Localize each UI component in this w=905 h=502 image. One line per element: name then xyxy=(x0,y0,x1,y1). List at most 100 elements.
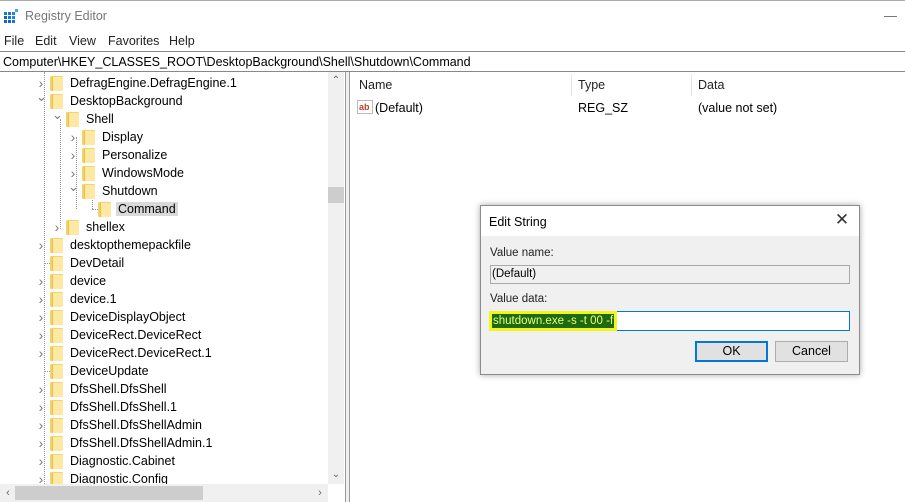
tree-item[interactable]: › DeviceRect.DeviceRect.1 xyxy=(36,344,300,362)
tree-item-label[interactable]: DevDetail xyxy=(68,256,126,270)
tree-item-label[interactable]: WindowsMode xyxy=(100,166,186,180)
tree-item-label[interactable]: Diagnostic.Cabinet xyxy=(68,454,177,468)
tree-item[interactable]: › Personalize xyxy=(68,146,300,164)
tree-item[interactable]: › DfsShell.DfsShellAdmin xyxy=(36,416,300,434)
column-header-data[interactable]: Data xyxy=(698,78,724,92)
chevron-right-icon[interactable]: › xyxy=(36,310,46,324)
value-type: REG_SZ xyxy=(578,101,629,115)
folder-icon xyxy=(50,292,63,307)
menu-file[interactable]: File xyxy=(4,34,24,48)
folder-icon xyxy=(50,454,63,469)
scroll-down-arrow-icon[interactable]: ⌄ xyxy=(328,468,344,482)
tree-item[interactable]: › DefragEngine.DefragEngine.1 xyxy=(36,74,300,92)
tree-item-label[interactable]: DfsShell.DfsShell.1 xyxy=(68,400,179,414)
tree-item-label[interactable]: Personalize xyxy=(100,148,169,162)
scroll-up-arrow-icon[interactable]: ⌃ xyxy=(328,74,344,88)
tree-item-label[interactable]: DeviceDisplayObject xyxy=(68,310,187,324)
tree-item[interactable]: Command xyxy=(84,200,300,218)
value-data-text[interactable]: shutdown.exe -s -t 00 -f xyxy=(492,314,615,328)
close-icon[interactable]: ✕ xyxy=(833,211,851,229)
tree-item-label[interactable]: DefragEngine.DefragEngine.1 xyxy=(68,76,239,90)
column-separator[interactable] xyxy=(691,74,692,96)
tree-item-label[interactable]: DesktopBackground xyxy=(68,94,185,108)
chevron-right-icon[interactable]: › xyxy=(36,418,46,432)
tree-item-label[interactable]: DeviceRect.DeviceRect xyxy=(68,328,203,342)
chevron-down-icon[interactable]: ⌄ xyxy=(36,90,47,104)
tree-item[interactable]: › DeviceRect.DeviceRect xyxy=(36,326,300,344)
minimize-button[interactable] xyxy=(884,16,897,17)
ok-button[interactable]: OK xyxy=(695,341,768,362)
tree-item[interactable]: › DfsShell.DfsShellAdmin.1 xyxy=(36,434,300,452)
chevron-right-icon[interactable]: › xyxy=(36,274,46,288)
menu-view[interactable]: View xyxy=(69,34,96,48)
address-bar[interactable]: Computer\HKEY_CLASSES_ROOT\DesktopBackgr… xyxy=(0,51,905,72)
folder-icon xyxy=(66,112,79,127)
tree-vertical-scrollbar[interactable]: ⌃ ⌄ xyxy=(328,72,344,484)
value-name-label: Value name: xyxy=(490,247,554,259)
tree-item-label[interactable]: DfsShell.DfsShellAdmin.1 xyxy=(68,436,214,450)
column-separator[interactable] xyxy=(571,74,572,96)
chevron-right-icon[interactable]: › xyxy=(36,292,46,306)
scroll-thumb[interactable] xyxy=(15,486,203,500)
tree-item[interactable]: DeviceUpdate xyxy=(36,362,300,380)
column-header-type[interactable]: Type xyxy=(578,78,605,92)
chevron-right-icon[interactable]: › xyxy=(36,454,46,468)
tree-item-label[interactable]: Display xyxy=(100,130,145,144)
chevron-right-icon[interactable]: › xyxy=(52,220,62,234)
scroll-left-arrow-icon[interactable]: ‹ xyxy=(2,486,14,500)
folder-icon xyxy=(98,202,111,217)
tree-item[interactable]: ⌄ Shutdown xyxy=(68,180,300,200)
tree-item-label[interactable]: device.1 xyxy=(68,292,119,306)
value-row[interactable]: ab (Default) REG_SZ (value not set) xyxy=(350,98,905,116)
tree-item-label[interactable]: Command xyxy=(116,202,178,216)
chevron-right-icon[interactable]: › xyxy=(36,382,46,396)
tree-item-label[interactable]: shellex xyxy=(84,220,127,234)
value-data-input[interactable]: shutdown.exe -s -t 00 -f xyxy=(490,311,850,331)
folder-icon xyxy=(82,166,95,181)
chevron-right-icon[interactable]: › xyxy=(68,130,78,144)
tree-item-label[interactable]: DeviceRect.DeviceRect.1 xyxy=(68,346,214,360)
tree-item[interactable]: ⌄ DesktopBackground xyxy=(36,90,300,110)
tree-item-label[interactable]: Shutdown xyxy=(100,184,160,198)
tree-item[interactable]: › desktopthemepackfile xyxy=(36,236,300,254)
tree-horizontal-scrollbar[interactable]: ‹ › xyxy=(0,484,328,502)
chevron-right-icon[interactable]: › xyxy=(68,148,78,162)
tree-item-label[interactable]: DeviceUpdate xyxy=(68,364,151,378)
tree-item[interactable]: › DfsShell.DfsShell xyxy=(36,380,300,398)
tree-item-label[interactable]: desktopthemepackfile xyxy=(68,238,193,252)
tree-item[interactable]: › Diagnostic.Cabinet xyxy=(36,452,300,470)
tree-item-label[interactable]: Shell xyxy=(84,112,116,126)
registry-icon xyxy=(4,9,18,23)
tree-item[interactable]: › DeviceDisplayObject xyxy=(36,308,300,326)
menu-help[interactable]: Help xyxy=(169,34,195,48)
tree-item[interactable]: › device xyxy=(36,272,300,290)
tree-item-label[interactable]: DfsShell.DfsShell xyxy=(68,382,169,396)
tree-item[interactable]: › DfsShell.DfsShell.1 xyxy=(36,398,300,416)
tree-item[interactable]: › shellex xyxy=(52,218,300,236)
column-header-name[interactable]: Name xyxy=(359,78,392,92)
tree-item[interactable]: › Display xyxy=(68,128,300,146)
tree-item-label[interactable]: DfsShell.DfsShellAdmin xyxy=(68,418,204,432)
tree-item-label[interactable]: device xyxy=(68,274,108,288)
tree-item[interactable]: › WindowsMode xyxy=(68,164,300,182)
folder-icon xyxy=(50,436,63,451)
scroll-thumb[interactable] xyxy=(328,187,344,203)
menu-favorites[interactable]: Favorites xyxy=(108,34,159,48)
tree-item[interactable]: ⌄ Shell xyxy=(52,108,300,128)
tree-item[interactable]: DevDetail xyxy=(36,254,300,272)
menu-edit[interactable]: Edit xyxy=(35,34,57,48)
chevron-right-icon[interactable]: › xyxy=(68,166,78,180)
chevron-right-icon[interactable]: › xyxy=(36,76,46,90)
string-value-icon: ab xyxy=(357,100,373,114)
address-path[interactable]: Computer\HKEY_CLASSES_ROOT\DesktopBackgr… xyxy=(3,55,471,69)
scroll-right-arrow-icon[interactable]: › xyxy=(314,486,326,500)
chevron-right-icon[interactable]: › xyxy=(36,400,46,414)
chevron-right-icon[interactable]: › xyxy=(36,328,46,342)
cancel-button[interactable]: Cancel xyxy=(775,341,848,362)
chevron-right-icon[interactable]: › xyxy=(36,238,46,252)
tree-item[interactable]: › device.1 xyxy=(36,290,300,308)
chevron-right-icon[interactable]: › xyxy=(36,346,46,360)
chevron-down-icon[interactable]: ⌄ xyxy=(68,180,79,194)
chevron-right-icon[interactable]: › xyxy=(36,436,46,450)
chevron-down-icon[interactable]: ⌄ xyxy=(52,108,63,122)
